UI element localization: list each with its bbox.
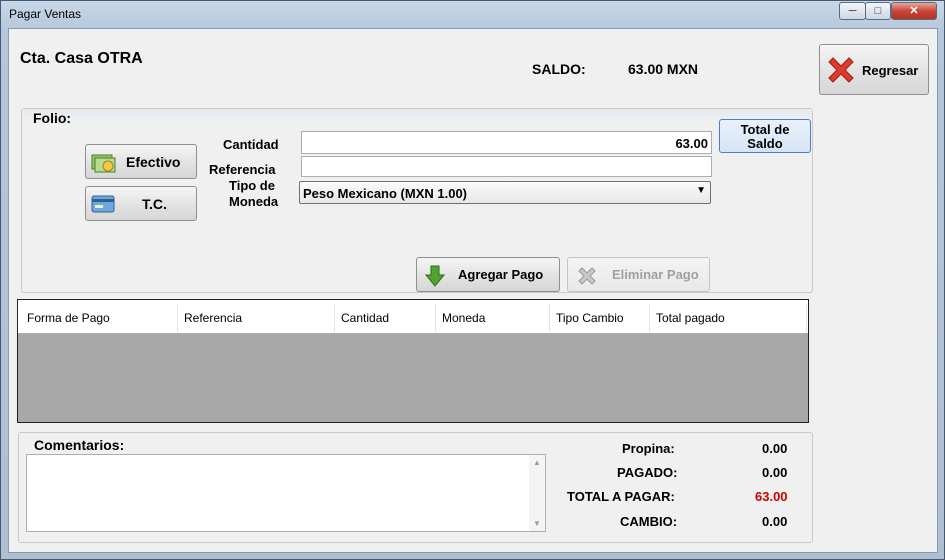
maximize-icon: □ (874, 5, 882, 17)
window-title: Pagar Ventas (9, 7, 82, 21)
scroll-up-icon[interactable]: ▲ (533, 458, 541, 467)
arrow-down-icon (425, 265, 445, 287)
cantidad-label: Cantidad (223, 137, 279, 152)
col-referencia[interactable]: Referencia (184, 311, 242, 325)
col-cantidad[interactable]: Cantidad (341, 311, 389, 325)
column-separator (806, 304, 807, 332)
col-moneda[interactable]: Moneda (442, 311, 485, 325)
cash-button-label: Efectivo (126, 154, 181, 170)
total-saldo-button[interactable]: Total de Saldo (719, 119, 811, 153)
minimize-icon: ─ (848, 5, 857, 17)
column-separator (334, 304, 335, 332)
column-separator (435, 304, 436, 332)
column-separator (549, 304, 550, 332)
red-x-icon (828, 57, 854, 83)
referencia-label: Referencia (209, 162, 276, 177)
propina-value: 0.00 (762, 441, 788, 456)
credit-card-icon (91, 195, 115, 213)
remove-payment-label: Eliminar Pago (612, 267, 699, 282)
comments-textarea[interactable]: ▲ ▼ (26, 454, 546, 532)
delete-x-icon (578, 267, 596, 285)
column-separator (649, 304, 650, 332)
folio-label: Folio: (33, 110, 72, 126)
payments-grid[interactable]: Forma de Pago Referencia Cantidad Moneda… (17, 299, 809, 423)
grid-header: Forma de Pago Referencia Cantidad Moneda… (18, 300, 808, 333)
moneda-label-line-1: Tipo de (229, 178, 275, 193)
folio-header (22, 109, 812, 126)
total-a-pagar-label: TOTAL A PAGAR: (567, 489, 675, 504)
comments-label: Comentarios: (34, 437, 125, 453)
total-saldo-label-2: Saldo (747, 136, 783, 151)
total-saldo-label-1: Total de (740, 122, 790, 137)
minimize-button[interactable]: ─ (839, 2, 866, 20)
column-separator (177, 304, 178, 332)
propina-label: Propina: (622, 441, 675, 456)
cantidad-value: 63.00 (675, 136, 708, 151)
pagado-value: 0.00 (762, 465, 788, 480)
cash-icon (91, 154, 116, 173)
total-a-pagar-value: 63.00 (755, 489, 788, 504)
col-forma-de-pago[interactable]: Forma de Pago (27, 311, 110, 325)
moneda-select[interactable]: Peso Mexicano (MXN 1.00) ▼ (299, 181, 711, 204)
maximize-button[interactable]: □ (865, 2, 891, 20)
cash-button[interactable]: Efectivo (85, 144, 197, 179)
close-icon: ✕ (909, 5, 919, 17)
add-payment-label: Agregar Pago (458, 267, 544, 282)
account-name: Cta. Casa OTRA (20, 50, 143, 67)
client-area: Cta. Casa OTRA SALDO: 63.00 MXN Regresar… (8, 28, 938, 553)
cantidad-input[interactable]: 63.00 (301, 131, 712, 154)
add-payment-button[interactable]: Agregar Pago (416, 257, 560, 292)
saldo-label: SALDO: (532, 61, 586, 77)
col-total-pagado[interactable]: Total pagado (656, 311, 725, 325)
moneda-selected-value: Peso Mexicano (MXN 1.00) (303, 186, 467, 201)
referencia-input[interactable] (301, 156, 712, 177)
card-button[interactable]: T.C. (85, 186, 197, 221)
back-button-label: Regresar (862, 63, 919, 78)
col-tipo-cambio[interactable]: Tipo Cambio (556, 311, 624, 325)
scroll-down-icon[interactable]: ▼ (533, 519, 541, 528)
window: Pagar Ventas ─ □ ✕ Cta. Casa OTRA SALDO:… (0, 0, 945, 560)
chevron-down-icon: ▼ (696, 185, 706, 196)
close-button[interactable]: ✕ (891, 2, 937, 20)
pagado-label: PAGADO: (617, 465, 678, 480)
cambio-label: CAMBIO: (620, 514, 678, 529)
remove-payment-button[interactable]: Eliminar Pago (567, 257, 710, 292)
comments-panel: Comentarios: ▲ ▼ Propina: 0.00 PAGADO: 0… (18, 432, 813, 543)
back-button[interactable]: Regresar (819, 44, 929, 95)
comments-scrollbar[interactable]: ▲ ▼ (529, 455, 545, 531)
saldo-value: 63.00 MXN (628, 61, 699, 77)
moneda-label-line-2: Moneda (229, 194, 279, 209)
card-button-label: T.C. (142, 196, 167, 212)
cambio-value: 0.00 (762, 514, 788, 529)
title-bar: Pagar Ventas ─ □ ✕ (1, 1, 944, 27)
folio-panel: Folio: Efectivo T.C. Cantidad 63.00 Refe… (21, 108, 813, 293)
